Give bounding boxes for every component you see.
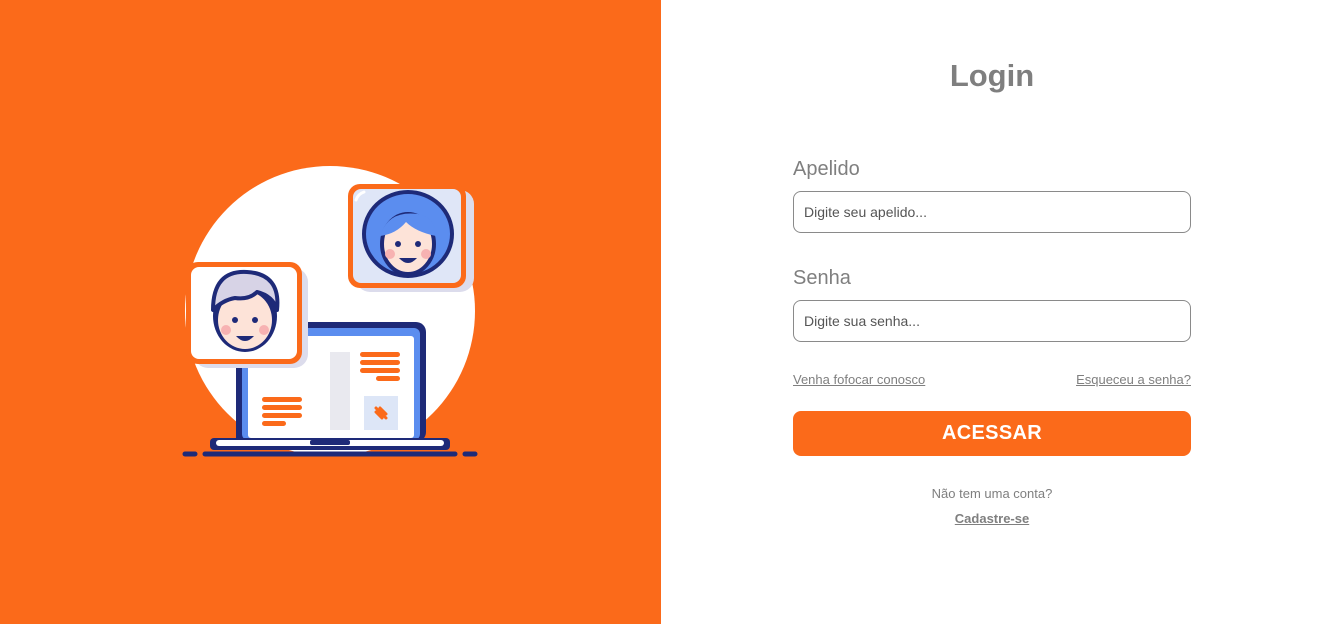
signup-section: Não tem uma conta? Cadastre-se [793, 486, 1191, 528]
video-chat-laptop-illustration [182, 166, 478, 457]
submit-button[interactable]: ACESSAR [793, 411, 1191, 456]
illustration-panel [0, 0, 661, 624]
join-us-link[interactable]: Venha fofocar conosco [793, 372, 925, 390]
login-panel: Login Apelido Senha Venha fofocar conosc… [661, 0, 1323, 624]
password-label: Senha [793, 267, 851, 289]
password-input[interactable] [793, 300, 1191, 342]
no-account-text: Não tem uma conta? [931, 486, 1053, 501]
nickname-label: Apelido [793, 158, 860, 180]
page-title: Login [949, 58, 1035, 93]
forgot-password-link[interactable]: Esqueceu a senha? [1076, 372, 1191, 390]
login-form: Apelido Senha Venha fofocar conosco Esqu… [793, 155, 1191, 528]
female-avatar-card [348, 184, 474, 292]
nickname-input[interactable] [793, 191, 1191, 233]
signup-link[interactable]: Cadastre-se [955, 511, 1029, 526]
form-links-row: Venha fofocar conosco Esqueceu a senha? [793, 372, 1191, 390]
